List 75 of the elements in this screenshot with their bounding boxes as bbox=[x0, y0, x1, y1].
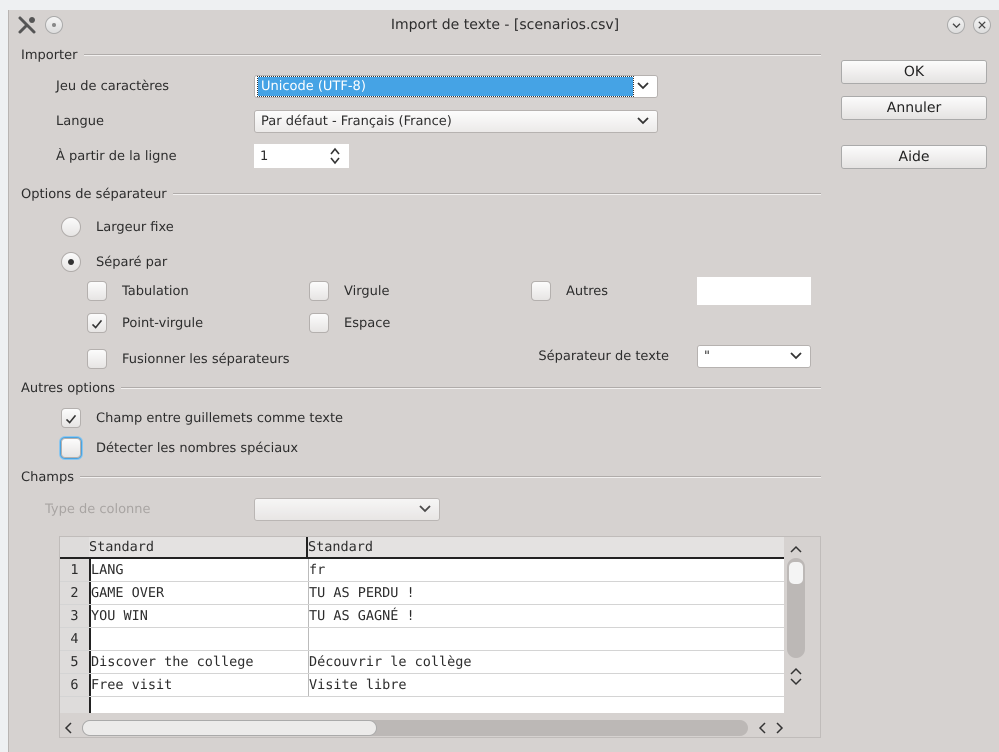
section-heading: Champs bbox=[21, 470, 74, 484]
table-cell: LANG bbox=[91, 559, 309, 581]
column-header[interactable]: Standard bbox=[89, 537, 308, 557]
table-cell: GAME OVER bbox=[91, 582, 309, 604]
table-cell-text: TU AS PERDU ! bbox=[309, 584, 416, 603]
row-number: 2 bbox=[60, 582, 91, 604]
section-heading: Importer bbox=[21, 48, 78, 62]
checkbox-label: Champ entre guillemets comme texte bbox=[96, 410, 344, 426]
table-cell: Discover the college bbox=[91, 651, 309, 673]
close-icon bbox=[978, 21, 986, 29]
dialog-button[interactable]: Aide bbox=[841, 145, 987, 169]
table-cell-text: TU AS GAGNÉ ! bbox=[309, 606, 416, 626]
checkbox[interactable] bbox=[61, 438, 81, 458]
scroll-thumb[interactable] bbox=[789, 562, 803, 584]
table-cell-text: Découvrir le collège bbox=[309, 653, 473, 672]
chevron-down-icon bbox=[637, 117, 649, 125]
window-title: Import de texte - [scenarios.csv] bbox=[390, 17, 620, 33]
checkbox[interactable] bbox=[309, 281, 329, 301]
scroll-thumb[interactable] bbox=[82, 720, 377, 736]
language-dropdown[interactable]: Par défaut - Français (France) bbox=[254, 110, 658, 132]
horizontal-scrollbar[interactable] bbox=[64, 719, 784, 737]
radio-label: Séparé par bbox=[96, 254, 168, 270]
checkbox[interactable] bbox=[309, 313, 329, 333]
checkbox-label: Tabulation bbox=[122, 284, 189, 298]
checkbox-label: Fusionner les séparateurs bbox=[122, 352, 290, 366]
chevron-down-icon bbox=[952, 22, 960, 28]
field-label: Langue bbox=[56, 114, 105, 128]
row-number: 4 bbox=[60, 628, 91, 650]
checkbox[interactable] bbox=[87, 281, 107, 301]
section-heading: Autres options bbox=[21, 380, 116, 396]
scroll-left-icon[interactable] bbox=[64, 722, 72, 734]
chevron-down-icon bbox=[790, 352, 802, 360]
field-label: À partir de la ligne bbox=[56, 148, 178, 164]
scroll-left-icon[interactable] bbox=[758, 722, 766, 734]
row-number: 3 bbox=[60, 605, 91, 627]
checkbox[interactable] bbox=[87, 349, 107, 369]
menu-button[interactable] bbox=[45, 16, 63, 34]
other-separator-field[interactable] bbox=[697, 277, 811, 305]
radio-button[interactable] bbox=[61, 217, 81, 237]
chevron-down-icon bbox=[637, 82, 649, 90]
field-label: Séparateur de texte bbox=[538, 348, 669, 364]
scroll-down-icon[interactable] bbox=[790, 678, 802, 686]
row-number: 1 bbox=[60, 559, 91, 581]
checkbox[interactable] bbox=[87, 313, 107, 333]
minimize-button[interactable] bbox=[947, 16, 965, 34]
close-button[interactable] bbox=[973, 16, 991, 34]
radio-label: Largeur fixe bbox=[96, 220, 174, 234]
scroll-up-icon[interactable] bbox=[790, 545, 802, 553]
text-delimiter-dropdown[interactable]: " bbox=[697, 344, 811, 368]
row-number: 5 bbox=[60, 651, 91, 673]
table-cell-text: Visite libre bbox=[309, 676, 408, 695]
table-cell: Free visit bbox=[91, 674, 309, 696]
field-label: Jeu de caractères bbox=[56, 78, 170, 94]
spin-arrows-icon bbox=[329, 147, 341, 165]
dialog-button[interactable]: Annuler bbox=[841, 96, 987, 120]
section-heading: Options de séparateur bbox=[21, 186, 167, 202]
tools-icon bbox=[17, 15, 37, 35]
checkbox-label: Point-virgule bbox=[122, 316, 204, 330]
checkbox-label: Détecter les nombres spéciaux bbox=[96, 440, 298, 456]
checkbox-label: Virgule bbox=[344, 284, 390, 298]
checkbox[interactable] bbox=[531, 281, 551, 301]
column-type-dropdown[interactable] bbox=[254, 498, 440, 520]
checkbox-label: Espace bbox=[344, 316, 390, 330]
scroll-right-icon[interactable] bbox=[776, 722, 784, 734]
table-cell-text: fr bbox=[309, 561, 326, 580]
checkbox-label: Autres bbox=[566, 284, 608, 298]
column-header[interactable]: Standard bbox=[308, 537, 784, 557]
radio-button[interactable] bbox=[61, 252, 81, 272]
scroll-up-icon[interactable] bbox=[790, 667, 802, 675]
row-number: 6 bbox=[60, 674, 91, 696]
table-cell: YOU WIN bbox=[91, 605, 309, 627]
spin-field[interactable]: 1 bbox=[254, 144, 349, 168]
dialog-button[interactable]: OK bbox=[841, 60, 987, 84]
checkbox[interactable] bbox=[61, 408, 81, 428]
chevron-down-icon bbox=[419, 505, 431, 513]
